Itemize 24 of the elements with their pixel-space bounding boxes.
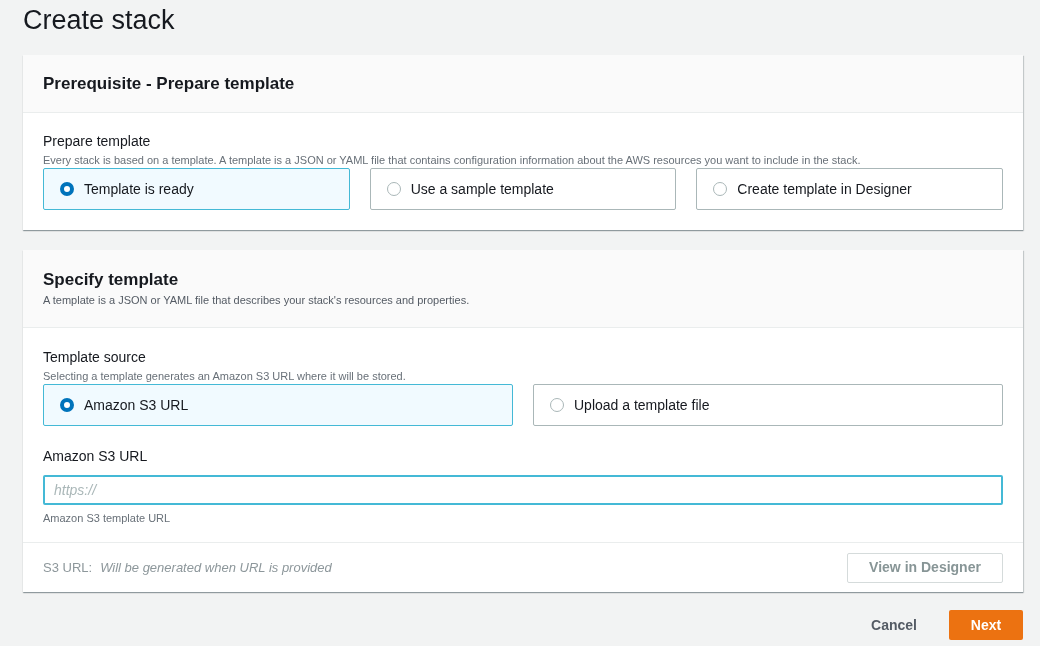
radio-icon — [60, 182, 74, 196]
s3-url-label: S3 URL: — [43, 558, 93, 577]
radio-icon — [60, 398, 74, 412]
field-label: Amazon S3 URL — [43, 447, 148, 465]
card-description: A template is a JSON or YAML file that describes your stack's resources and properties. — [43, 293, 471, 308]
card-title: Specify template — [43, 269, 179, 291]
field-label: Prepare template — [43, 132, 151, 150]
radio-tile[interactable]: Upload a template file — [533, 384, 1003, 426]
s3-url-value: Will be generated when URL is provided — [100, 558, 332, 577]
radio-icon — [713, 182, 728, 196]
page-title: Create stack — [23, 4, 175, 37]
field-description: Every stack is based on a template. A template is a JSON or YAML file that contains configuration information about the AWS resources you want to include in the stack. — [43, 153, 862, 167]
field-label: Template source — [43, 348, 146, 366]
field-description: Selecting a template generates an Amazon S3 URL where it will be stored. — [43, 369, 407, 383]
radio-tile[interactable]: Create template in Designer — [696, 168, 1003, 210]
field-hint: Amazon S3 template URL — [43, 511, 171, 525]
url-input-field[interactable]: https:// — [43, 475, 1003, 505]
radio-tile[interactable]: Use a sample template — [369, 168, 677, 210]
radio-tile[interactable]: Template is ready — [43, 168, 350, 210]
card-title: Prerequisite - Prepare template — [43, 72, 295, 95]
radio-icon — [386, 182, 401, 196]
radio-tile[interactable]: Amazon S3 URL — [43, 384, 513, 426]
radio-icon — [550, 398, 564, 412]
cancel-button[interactable]: Cancel — [851, 610, 937, 640]
